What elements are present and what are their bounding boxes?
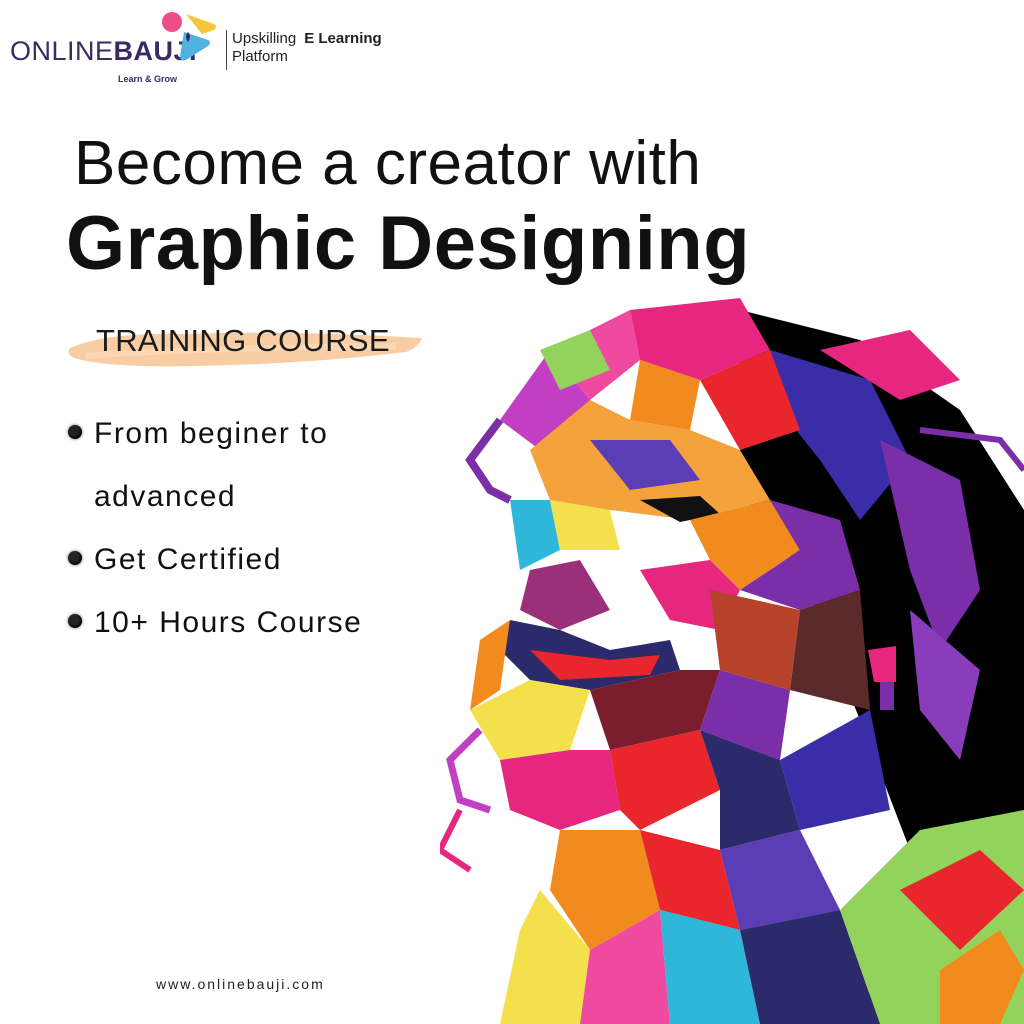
course-badge: TRAINING COURSE (66, 318, 426, 370)
bullet-icon (68, 551, 82, 565)
feature-item: From beginer to advanced (68, 402, 428, 528)
headline-line1: Become a creator with (74, 129, 702, 198)
feature-text: From beginer to advanced (94, 417, 329, 513)
brand-name-light: ONLINE (10, 36, 114, 66)
bullet-icon (68, 614, 82, 628)
brand-mark-icon (162, 12, 216, 61)
brand-tagline: Learn & Grow (118, 74, 178, 84)
website-link[interactable]: www.onlinebauji.com (156, 976, 325, 992)
course-label: TRAINING COURSE (96, 323, 390, 358)
feature-item: Get Certified (68, 528, 428, 591)
brand-subtitle-platform: Platform (232, 48, 288, 65)
feature-list: From beginer to advanced Get Certified 1… (68, 402, 428, 654)
logo-divider (226, 30, 227, 70)
feature-text: Get Certified (94, 543, 282, 576)
brand-logo[interactable]: ONLINEBAUJI Learn & Grow Upskilling E Lea… (10, 10, 400, 84)
pop-art-portrait-icon (440, 298, 1024, 1024)
feature-text: 10+ Hours Course (94, 606, 363, 639)
brand-subtitle-elearning: E Learning (304, 30, 382, 47)
bullet-icon (68, 425, 82, 439)
headline-line2: Graphic Designing (66, 201, 751, 286)
brand-subtitle-line1: Upskilling E Learning (232, 30, 382, 47)
brand-subtitle-upskilling: Upskilling (232, 30, 297, 47)
feature-item: 10+ Hours Course (68, 591, 428, 654)
